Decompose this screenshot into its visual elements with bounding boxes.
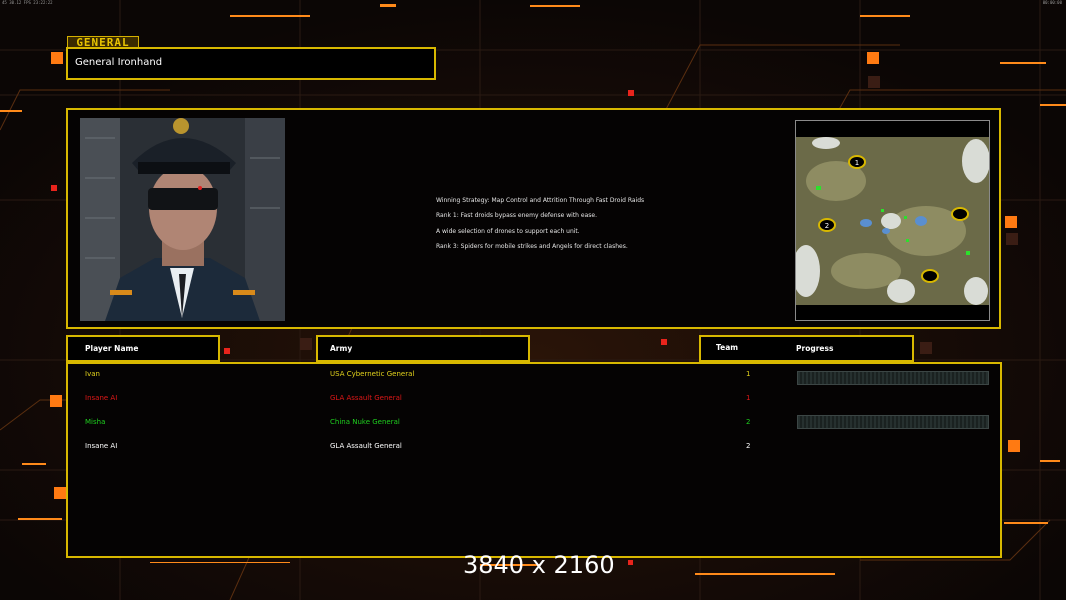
player-row: Ivan USA Cybernetic General 1: [68, 369, 1000, 385]
fps-readout: 45 30.12 FPS 23:22:22: [2, 0, 53, 5]
map-preview-image: 1 2: [796, 121, 989, 320]
player-team: 1: [746, 394, 751, 402]
map-start-4: [921, 269, 939, 283]
army-header-label: Army: [330, 344, 353, 353]
system-status-bar: 45 30.12 FPS 23:22:22 00:00:00: [0, 0, 1066, 5]
player-team: 2: [746, 442, 751, 450]
army-header: Army: [316, 335, 530, 362]
player-name: Insane AI: [85, 442, 118, 450]
player-name: Ivan: [85, 370, 100, 378]
strategy-line: Rank 1: Fast droids bypass enemy defense…: [436, 212, 597, 220]
resolution-watermark: 3840 x 2160: [463, 551, 615, 579]
strategy-line: A wide selection of drones to support ea…: [436, 227, 580, 235]
team-progress-header: Team Progress: [699, 335, 914, 362]
player-row: Misha China Nuke General 2: [68, 415, 1000, 429]
general-name-box: General Ironhand: [66, 47, 436, 80]
player-name: Insane AI: [85, 394, 118, 402]
player-row: Insane AI GLA Assault General 2: [68, 441, 1000, 453]
player-progress-bar: [797, 415, 989, 429]
general-info-panel: Winning Strategy: Map Control and Attrit…: [66, 108, 1001, 329]
player-army: China Nuke General: [330, 418, 400, 426]
team-header-label: Team: [716, 343, 739, 352]
player-row: Insane AI GLA Assault General 1: [68, 393, 1000, 405]
player-team: 1: [746, 370, 751, 378]
player-team: 2: [746, 418, 751, 426]
player-name-header-label: Player Name: [85, 344, 139, 353]
general-name: General Ironhand: [75, 57, 163, 68]
strategy-text: Winning Strategy: Map Control and Attrit…: [436, 193, 644, 254]
officer-portrait-image: [80, 118, 285, 321]
player-name: Misha: [85, 418, 106, 426]
map-marker-label: 1: [855, 159, 859, 167]
general-portrait: [80, 118, 285, 321]
player-roster: Ivan USA Cybernetic General 1 Insane AI …: [66, 362, 1002, 558]
player-name-header: Player Name: [66, 335, 220, 362]
player-progress-bar: [797, 371, 989, 385]
player-army: GLA Assault General: [330, 442, 402, 450]
map-marker-label: 2: [825, 222, 829, 230]
clock-readout: 00:00:00: [1042, 0, 1062, 5]
strategy-line: Rank 3: Spiders for mobile strikes and A…: [436, 242, 628, 250]
map-start-3: [951, 207, 969, 221]
player-army: GLA Assault General: [330, 394, 402, 402]
map-preview: 1 2: [795, 120, 990, 321]
player-army: USA Cybernetic General: [330, 370, 415, 378]
progress-header-label: Progress: [796, 344, 834, 353]
strategy-line: Winning Strategy: Map Control and Attrit…: [436, 197, 645, 204]
